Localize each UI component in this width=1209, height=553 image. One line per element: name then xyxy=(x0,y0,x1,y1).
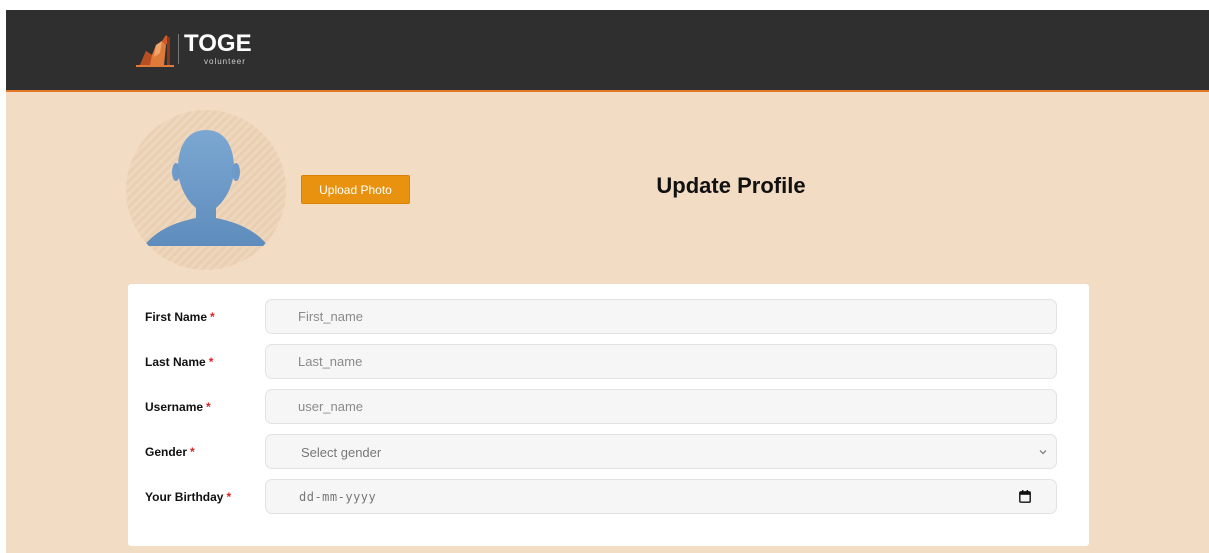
birthday-date-value: dd-mm-yyyy xyxy=(299,490,377,504)
field-label-text: First Name xyxy=(145,310,208,324)
gender-select-value: Select gender xyxy=(301,445,382,460)
avatar xyxy=(126,110,286,270)
logo-divider xyxy=(178,34,179,64)
calendar-icon[interactable] xyxy=(1019,490,1031,503)
field-label: First Name * xyxy=(145,310,215,324)
required-marker: * xyxy=(190,445,195,459)
field-label-text: Your Birthday xyxy=(145,490,224,504)
field-label: Username * xyxy=(145,400,211,414)
field-label: Last Name * xyxy=(145,355,213,369)
form-row-gender: Gender * Select gender xyxy=(128,434,1089,471)
upload-photo-button[interactable]: Upload Photo xyxy=(301,175,410,204)
profile-form: First Name* Last Name* Username* Gender*… xyxy=(128,284,1089,546)
logo-subtitle: volunteer xyxy=(204,57,246,66)
field-label-text: Last Name xyxy=(145,355,206,369)
app-window: TOGE volunteer Upload Photo Update Profi… xyxy=(6,10,1209,553)
logo-figure-icon xyxy=(136,35,174,67)
form-row-first-name: First Name * xyxy=(128,299,1089,336)
user-silhouette-icon xyxy=(144,130,268,246)
first-name-input[interactable] xyxy=(265,299,1057,334)
form-row-birthday: Your Birthday * dd-mm-yyyy xyxy=(128,479,1089,516)
birthday-date-input[interactable]: dd-mm-yyyy xyxy=(265,479,1057,514)
form-row-username: Username * xyxy=(128,389,1089,426)
required-marker: * xyxy=(206,400,211,414)
required-marker: * xyxy=(226,490,232,504)
logo[interactable]: TOGE volunteer xyxy=(136,28,286,72)
chevron-down-icon xyxy=(1039,450,1047,455)
page-title: Update Profile xyxy=(656,173,806,198)
top-bar: TOGE volunteer xyxy=(6,10,1209,92)
last-name-input[interactable] xyxy=(265,344,1057,379)
form-row-last-name: Last Name * xyxy=(128,344,1089,381)
logo-title: TOGE xyxy=(184,30,252,57)
required-marker: * xyxy=(208,355,214,369)
field-label-text: Gender xyxy=(145,445,188,459)
field-label: Gender * xyxy=(145,445,195,459)
field-label-text: Username xyxy=(145,400,204,414)
gender-select[interactable]: Select gender xyxy=(265,434,1057,469)
required-marker: * xyxy=(210,310,215,324)
username-input[interactable] xyxy=(265,389,1057,424)
field-label: Your Birthday * xyxy=(145,490,231,504)
